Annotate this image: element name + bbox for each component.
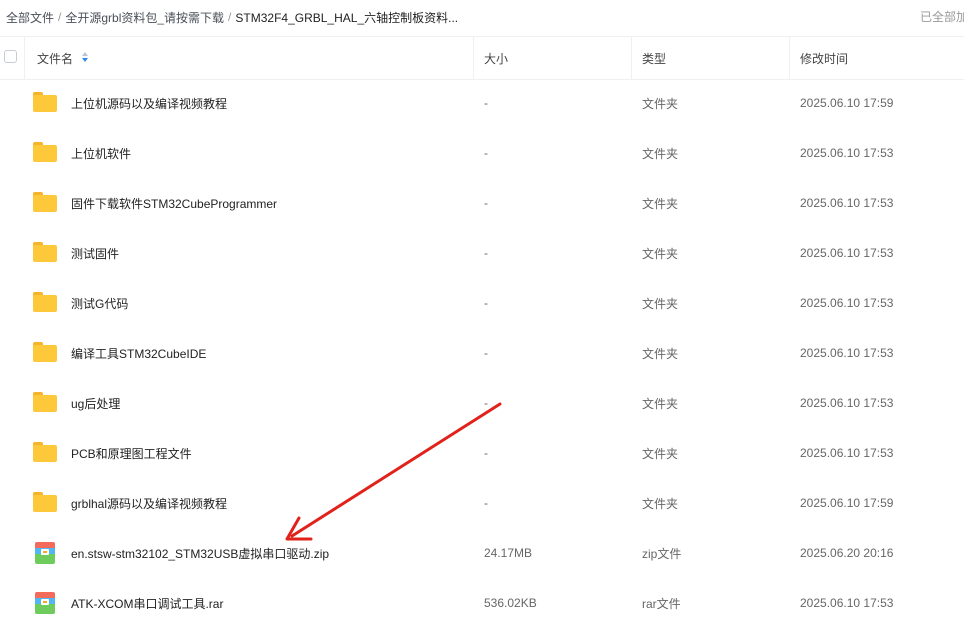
column-header-size[interactable]: 大小: [484, 37, 508, 79]
folder-icon: [33, 342, 57, 362]
file-name[interactable]: ug后处理: [71, 378, 120, 428]
file-row[interactable]: en.stsw-stm32102_STM32USB虚拟串口驱动.zip 24.17…: [0, 528, 964, 578]
column-divider: [473, 37, 474, 79]
file-name[interactable]: PCB和原理图工程文件: [71, 428, 192, 478]
file-type: 文件夹: [642, 246, 679, 261]
file-modified: 2025.06.10 17:59: [800, 496, 894, 510]
file-modified: 2025.06.10 17:53: [800, 296, 894, 310]
file-type: 文件夹: [642, 146, 679, 161]
breadcrumb-current: STM32F4_GRBL_HAL_六轴控制板资料...: [235, 10, 459, 25]
column-divider: [631, 37, 632, 79]
folder-icon: [33, 192, 57, 212]
file-name[interactable]: grblhal源码以及编译视频教程: [71, 478, 227, 528]
file-type: 文件夹: [642, 296, 679, 311]
file-type: 文件夹: [642, 196, 679, 211]
file-modified: 2025.06.10 17:59: [800, 96, 894, 110]
folder-icon: [33, 492, 57, 512]
file-type: 文件夹: [642, 96, 679, 111]
file-size: -: [484, 396, 488, 410]
file-size: -: [484, 496, 488, 510]
folder-icon: [33, 242, 57, 262]
breadcrumb-separator: /: [228, 10, 232, 24]
zip-archive-icon: [35, 542, 55, 564]
file-name[interactable]: 上位机源码以及编译视频教程: [71, 78, 227, 128]
file-name[interactable]: 测试G代码: [71, 278, 128, 328]
file-row[interactable]: 测试固件 - 文件夹 2025.06.10 17:53: [0, 228, 964, 278]
breadcrumb-root[interactable]: 全部文件: [6, 9, 54, 26]
file-size: -: [484, 446, 488, 460]
folder-icon: [33, 292, 57, 312]
file-list-header: 文件名 大小 类型 修改时间: [0, 36, 964, 80]
file-row[interactable]: 固件下载软件STM32CubeProgrammer - 文件夹 2025.06.10 …: [0, 178, 964, 228]
file-type: 文件夹: [642, 346, 679, 361]
folder-icon: [33, 442, 57, 462]
file-type: rar文件: [642, 596, 681, 611]
file-name[interactable]: en.stsw-stm32102_STM32USB虚拟串口驱动.zip: [71, 528, 329, 578]
file-name[interactable]: 测试固件: [71, 228, 119, 278]
file-size: -: [484, 96, 488, 110]
file-row[interactable]: 上位机源码以及编译视频教程 - 文件夹 2025.06.10 17:59: [0, 78, 964, 128]
file-size: 536.02KB: [484, 596, 537, 610]
file-modified: 2025.06.10 17:53: [800, 446, 894, 460]
breadcrumb-level1[interactable]: 全开源grbl资料包_请按需下载: [65, 9, 224, 26]
column-header-name[interactable]: 文件名: [37, 37, 89, 79]
file-row[interactable]: 上位机软件 - 文件夹 2025.06.10 17:53: [0, 128, 964, 178]
file-size: -: [484, 146, 488, 160]
file-size: -: [484, 296, 488, 310]
file-modified: 2025.06.10 17:53: [800, 396, 894, 410]
file-modified: 2025.06.20 20:16: [800, 546, 894, 560]
file-modified: 2025.06.10 17:53: [800, 196, 894, 210]
sort-icon[interactable]: [81, 52, 89, 64]
file-row[interactable]: grblhal源码以及编译视频教程 - 文件夹 2025.06.10 17:59: [0, 478, 964, 528]
column-header-name-label: 文件名: [37, 51, 74, 66]
file-row[interactable]: PCB和原理图工程文件 - 文件夹 2025.06.10 17:53: [0, 428, 964, 478]
column-divider: [789, 37, 790, 79]
file-name[interactable]: 编译工具STM32CubeIDE: [71, 328, 206, 378]
file-modified: 2025.06.10 17:53: [800, 146, 894, 160]
all-loaded-status: 已全部加载: [920, 10, 964, 24]
file-type: 文件夹: [642, 396, 679, 411]
file-type: zip文件: [642, 546, 682, 561]
file-row[interactable]: 编译工具STM32CubeIDE - 文件夹 2025.06.10 17:53: [0, 328, 964, 378]
file-size: -: [484, 346, 488, 360]
file-name[interactable]: ATK-XCOM串口调试工具.rar: [71, 578, 223, 628]
rar-archive-icon: [35, 592, 55, 614]
file-type: 文件夹: [642, 496, 679, 511]
file-name[interactable]: 上位机软件: [71, 128, 131, 178]
column-header-type[interactable]: 类型: [642, 37, 666, 79]
folder-icon: [33, 92, 57, 112]
file-size: -: [484, 246, 488, 260]
column-divider: [24, 37, 25, 79]
file-name[interactable]: 固件下载软件STM32CubeProgrammer: [71, 178, 277, 228]
breadcrumb: 全部文件 / 全开源grbl资料包_请按需下载 / STM32F4_GRBL_H…: [6, 0, 906, 34]
file-modified: 2025.06.10 17:53: [800, 346, 894, 360]
file-type: 文件夹: [642, 446, 679, 461]
file-row[interactable]: ug后处理 - 文件夹 2025.06.10 17:53: [0, 378, 964, 428]
folder-icon: [33, 142, 57, 162]
file-size: -: [484, 196, 488, 210]
file-modified: 2025.06.10 17:53: [800, 246, 894, 260]
file-size: 24.17MB: [484, 546, 533, 560]
file-row[interactable]: 测试G代码 - 文件夹 2025.06.10 17:53: [0, 278, 964, 328]
file-modified: 2025.06.10 17:53: [800, 596, 894, 610]
select-all-checkbox[interactable]: [4, 50, 17, 63]
folder-icon: [33, 392, 57, 412]
column-header-modified[interactable]: 修改时间: [800, 37, 848, 79]
breadcrumb-separator: /: [58, 10, 62, 24]
file-row[interactable]: ATK-XCOM串口调试工具.rar 536.02KB rar文件 2025.06.1…: [0, 578, 964, 628]
